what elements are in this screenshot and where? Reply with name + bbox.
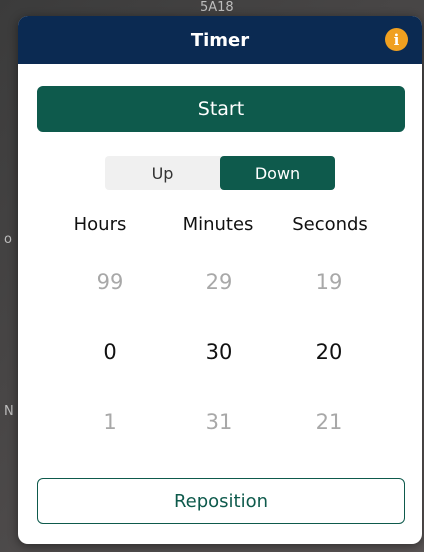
minutes-current-value[interactable]: 30 [164, 340, 274, 364]
hours-header: Hours [73, 214, 127, 235]
info-icon[interactable]: i [385, 28, 408, 51]
hours-current-value[interactable]: 0 [55, 340, 165, 364]
direction-toggle: Up Down [105, 156, 335, 190]
dialog-titlebar: Timer i [18, 16, 422, 64]
direction-up-option[interactable]: Up [105, 156, 220, 190]
seconds-current-value[interactable]: 20 [274, 340, 384, 364]
background-label: o [4, 232, 12, 247]
direction-down-option[interactable]: Down [220, 156, 335, 190]
info-icon-glyph: i [393, 30, 400, 49]
minutes-prev-value[interactable]: 29 [164, 270, 274, 294]
start-button[interactable]: Start [37, 86, 405, 132]
hours-prev-value[interactable]: 99 [55, 270, 165, 294]
seconds-next-value[interactable]: 21 [274, 410, 384, 434]
reposition-button[interactable]: Reposition [37, 478, 405, 524]
background-label: 5A18 [200, 0, 234, 15]
hours-next-value[interactable]: 1 [55, 410, 165, 434]
minutes-header: Minutes [182, 214, 254, 235]
seconds-prev-value[interactable]: 19 [274, 270, 384, 294]
timer-dialog: Timer i Start Up Down Hours Minutes Seco… [18, 16, 422, 544]
minutes-next-value[interactable]: 31 [164, 410, 274, 434]
background-label: N [4, 404, 14, 419]
dialog-title: Timer [190, 29, 250, 51]
seconds-header: Seconds [292, 214, 368, 235]
